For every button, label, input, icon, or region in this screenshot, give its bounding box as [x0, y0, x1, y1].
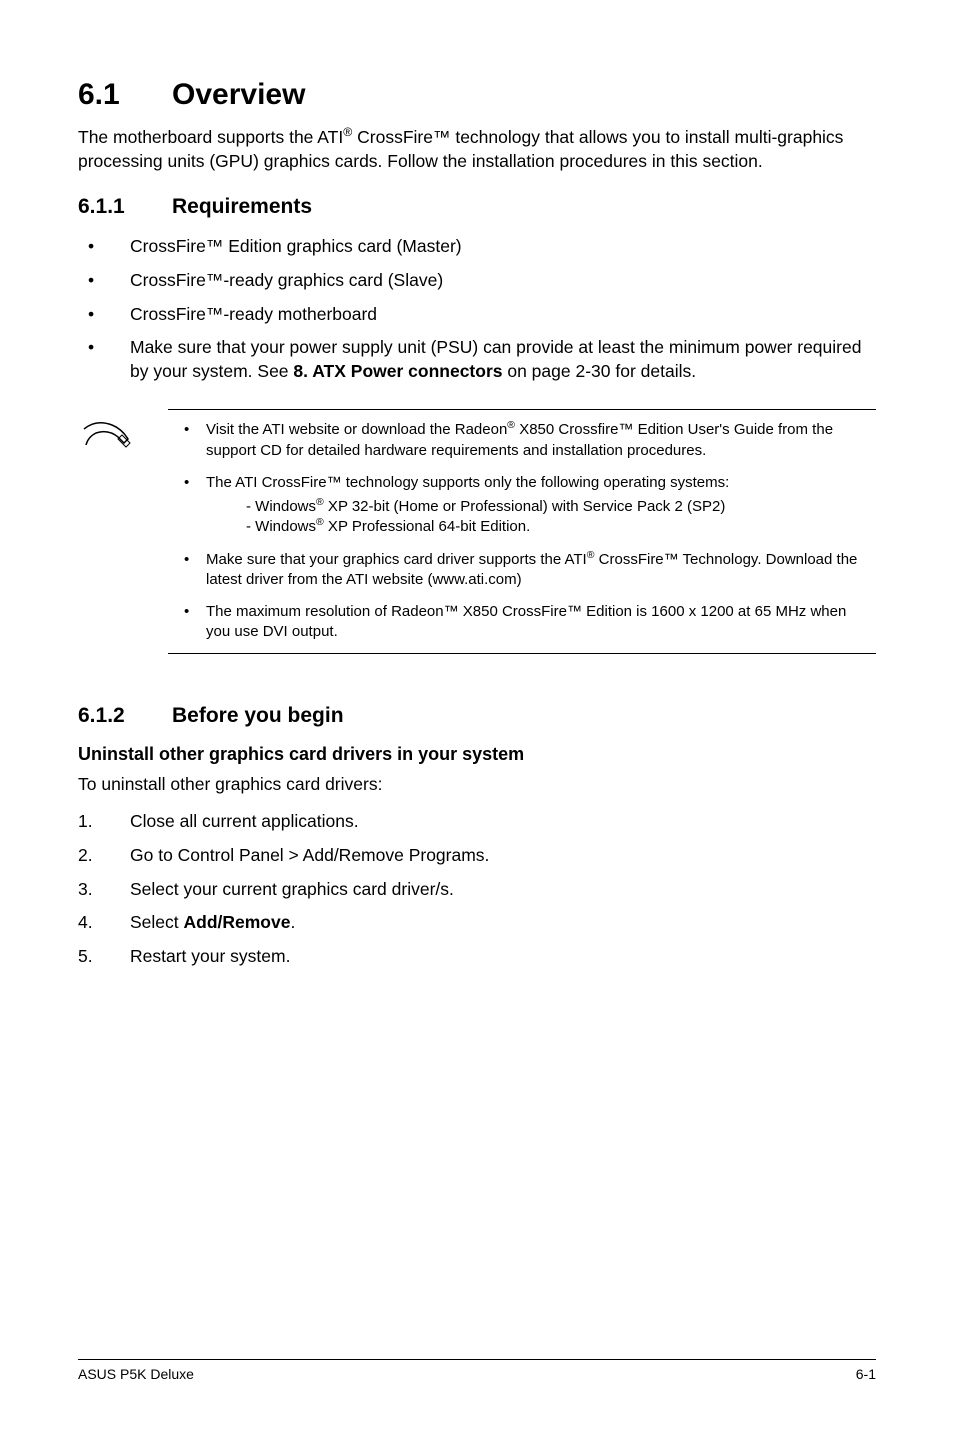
subheading: Uninstall other graphics card drivers in… [78, 744, 876, 765]
subsection-title: Requirements [172, 195, 312, 218]
footer-right: 6-1 [856, 1366, 876, 1382]
section-number: 6.1 [78, 78, 172, 112]
step-item: Go to Control Panel > Add/Remove Program… [78, 844, 876, 868]
steps-intro: To uninstall other graphics card drivers… [78, 773, 876, 797]
list-item: CrossFire™-ready motherboard [78, 303, 876, 327]
note-subitem: - Windows® XP Professional 64-bit Editio… [246, 517, 872, 537]
steps-list: Close all current applications. Go to Co… [78, 810, 876, 968]
section-title: Overview [172, 78, 305, 111]
subsection-number: 6.1.2 [78, 704, 172, 728]
subsection-title: Before you begin [172, 704, 344, 727]
note-subitem: - Windows® XP 32-bit (Home or Profession… [246, 497, 872, 517]
step-item: Close all current applications. [78, 810, 876, 834]
note-content: Visit the ATI website or download the Ra… [168, 409, 876, 653]
subsection-number: 6.1.1 [78, 195, 172, 219]
section-heading: 6.1Overview [78, 78, 876, 112]
requirements-list: CrossFire™ Edition graphics card (Master… [78, 235, 876, 383]
list-item: CrossFire™ Edition graphics card (Master… [78, 235, 876, 259]
list-item: Make sure that your power supply unit (P… [78, 336, 876, 383]
subsection-heading: 6.1.1Requirements [78, 195, 876, 219]
note-pencil-icon [78, 409, 168, 460]
intro-paragraph: The motherboard supports the ATI® CrossF… [78, 126, 876, 173]
page-footer: ASUS P5K Deluxe 6-1 [78, 1359, 876, 1382]
list-item: CrossFire™-ready graphics card (Slave) [78, 269, 876, 293]
subsection-heading: 6.1.2Before you begin [78, 704, 876, 728]
step-item: Select your current graphics card driver… [78, 878, 876, 902]
note-item: The maximum resolution of Radeon™ X850 C… [168, 602, 872, 643]
footer-left: ASUS P5K Deluxe [78, 1366, 194, 1382]
note-item: Visit the ATI website or download the Ra… [168, 420, 872, 461]
step-item: Select Add/Remove. [78, 911, 876, 935]
note-item: Make sure that your graphics card driver… [168, 550, 872, 591]
note-box: Visit the ATI website or download the Ra… [78, 409, 876, 653]
step-item: Restart your system. [78, 945, 876, 969]
note-item: The ATI CrossFire™ technology supports o… [168, 473, 872, 538]
